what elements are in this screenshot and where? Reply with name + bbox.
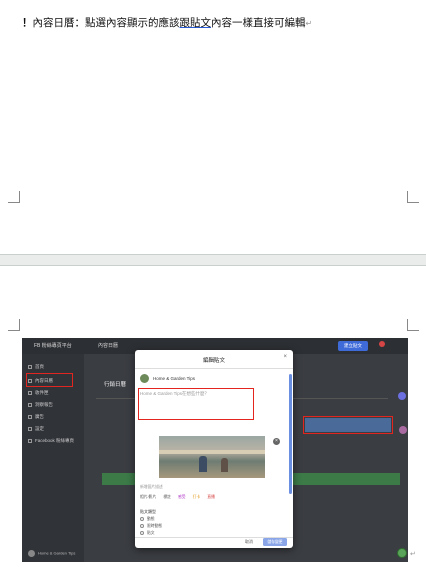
exclamation-icon: ！ bbox=[22, 17, 33, 29]
section-title: 行銷日曆 bbox=[104, 382, 127, 388]
paragraph-mark-icon: ↵ bbox=[410, 551, 416, 558]
tool-feeling[interactable]: 感受 bbox=[178, 495, 186, 499]
edit-post-modal: 編輯貼文 × Home & Garden Tips Home & Garden … bbox=[135, 350, 293, 548]
save-button[interactable]: 儲存變更 bbox=[263, 538, 287, 546]
post-toolbar: 相片/影片 標註 感受 打卡 直播 bbox=[140, 495, 221, 500]
status-dot-icon bbox=[397, 548, 407, 558]
tool-photo[interactable]: 相片/影片 bbox=[140, 495, 156, 499]
highlight-box-sidebar bbox=[26, 373, 73, 387]
page-corner-mark bbox=[407, 319, 419, 331]
remove-photo-icon[interactable]: × bbox=[273, 438, 280, 445]
sidebar-item[interactable]: 收件匣 bbox=[28, 390, 49, 397]
page-break bbox=[0, 254, 426, 266]
inbox-icon bbox=[28, 390, 32, 395]
post-photo bbox=[159, 436, 265, 478]
page-name: Home & Garden Tips bbox=[153, 376, 196, 381]
page-corner-mark bbox=[8, 191, 20, 203]
photo-description-input[interactable]: 新增圖片描述 bbox=[140, 485, 163, 490]
close-icon[interactable]: × bbox=[283, 354, 287, 360]
page-corner-mark bbox=[407, 191, 419, 203]
note-suffix: 內容一樣直接可編輯 bbox=[211, 17, 306, 29]
highlight-box-text bbox=[138, 388, 254, 420]
note-underlined: 跟貼文 bbox=[179, 17, 212, 29]
tool-checkin[interactable]: 打卡 bbox=[193, 495, 201, 499]
side-dot-icon[interactable] bbox=[399, 426, 407, 434]
post-type-heading: 貼文類型 bbox=[140, 509, 156, 514]
home-icon bbox=[28, 364, 32, 369]
radio-icon bbox=[140, 531, 144, 535]
gear-icon bbox=[28, 426, 32, 431]
radio-icon bbox=[140, 524, 144, 528]
create-post-button[interactable]: 建立貼文 bbox=[338, 341, 368, 351]
document-page-1: ！內容日曆：點選內容顯示的應該跟貼文內容一樣直接可編輯↵ bbox=[0, 0, 426, 254]
megaphone-icon bbox=[28, 414, 32, 419]
post-type-option[interactable]: 限時動態 bbox=[140, 524, 162, 529]
page-corner-mark bbox=[8, 319, 20, 331]
side-dot-icon[interactable] bbox=[398, 392, 406, 400]
sidebar-item[interactable]: 廣告 bbox=[28, 414, 44, 421]
paragraph-mark-icon: ↵ bbox=[305, 19, 313, 28]
modal-scrollbar[interactable] bbox=[289, 374, 292, 494]
notification-badge bbox=[379, 341, 385, 347]
sidebar-item[interactable]: Facebook 粉絲專頁 bbox=[28, 438, 74, 445]
post-type-option[interactable]: 貼文 bbox=[140, 531, 155, 536]
chart-icon bbox=[28, 402, 32, 407]
modal-title: 編輯貼文 bbox=[202, 358, 225, 364]
note-prefix: 內容日曆：點選內容顯示的應該 bbox=[32, 17, 180, 29]
cancel-button[interactable]: 取消 bbox=[245, 539, 253, 545]
page-avatar bbox=[140, 374, 149, 383]
divider bbox=[135, 368, 293, 369]
avatar bbox=[28, 550, 35, 557]
highlight-box-post bbox=[303, 416, 393, 434]
sidebar-item[interactable]: 設定 bbox=[28, 426, 44, 433]
embedded-screenshot: FB 粉絲專頁平台 內容日曆 建立貼文 首頁 內容日曆 收件匣 洞察報告 廣告 … bbox=[22, 338, 408, 562]
tool-live[interactable]: 直播 bbox=[207, 495, 215, 499]
app-brand: FB 粉絲專頁平台 bbox=[34, 343, 72, 349]
note-line: ！內容日曆：點選內容顯示的應該跟貼文內容一樣直接可編輯↵ bbox=[22, 15, 312, 30]
sidebar-item[interactable]: 首頁 bbox=[28, 364, 44, 371]
radio-icon bbox=[140, 517, 144, 521]
tool-tag[interactable]: 標註 bbox=[163, 495, 171, 499]
document-page-2: FB 粉絲專頁平台 內容日曆 建立貼文 首頁 內容日曆 收件匣 洞察報告 廣告 … bbox=[0, 266, 426, 582]
top-nav-title: 內容日曆 bbox=[98, 343, 119, 349]
facebook-icon bbox=[28, 438, 32, 443]
post-type-option[interactable]: 動態 bbox=[140, 517, 155, 522]
sidebar-account[interactable]: Home & Garden Tips bbox=[28, 550, 75, 557]
sidebar-item[interactable]: 洞察報告 bbox=[28, 402, 53, 409]
